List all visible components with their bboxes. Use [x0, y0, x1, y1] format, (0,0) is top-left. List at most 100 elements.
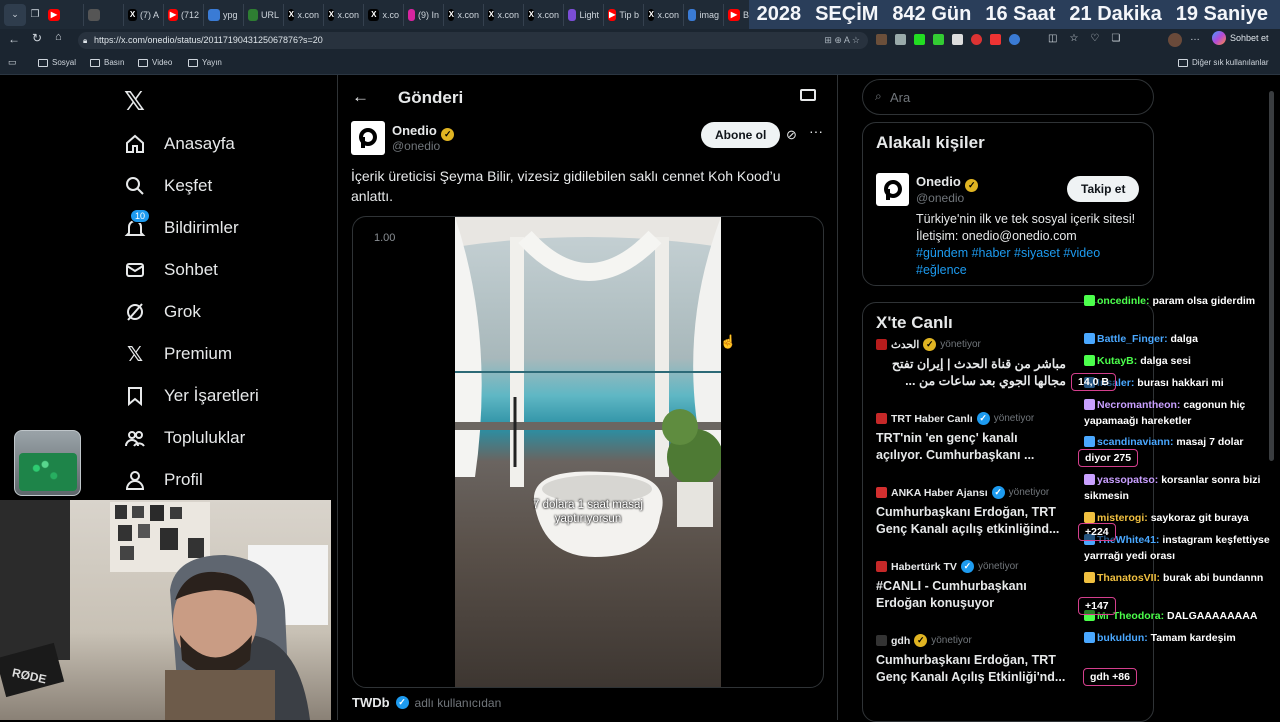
video-player[interactable]: 1.00 7 dolara 1 saat masaj yaptırıyorsun… — [352, 216, 824, 688]
nav-item-premium[interactable]: 𝕏 Premium — [124, 342, 232, 366]
nav-item-profile[interactable]: Profil — [124, 469, 203, 491]
live-item[interactable]: gdh ✓ yönetiyor Cumhurbaşkanı Erdoğan, TRT … — [876, 634, 1066, 686]
nav-item-chat[interactable]: Sohbet — [124, 259, 218, 281]
tab-actions-icon[interactable]: ⌄ — [4, 3, 26, 26]
browser-tab[interactable]: ▶ Tip b — [604, 3, 644, 26]
extension-icon[interactable] — [933, 34, 944, 45]
chat-message: yassopatso: korsanlar sonra bizi sikmesi… — [1084, 472, 1279, 504]
home-icon[interactable]: ⌂ — [55, 31, 62, 43]
subscribe-button[interactable]: Abone ol — [701, 122, 781, 148]
live-item[interactable]: ANKA Haber Ajansı ✓ yönetiyor Cumhurbaşkanı… — [876, 486, 1066, 538]
back-arrow-icon[interactable]: ← — [352, 87, 369, 107]
author-name[interactable]: Onedio — [392, 123, 437, 138]
browser-tab[interactable]: Xx.con — [444, 3, 484, 26]
back-icon[interactable]: ← — [8, 32, 20, 46]
extension-icon[interactable] — [990, 34, 1001, 45]
chat-text: dalga — [1170, 333, 1198, 345]
subscribe-label: Abone ol — [715, 128, 767, 142]
extension-icon[interactable] — [971, 34, 982, 45]
nav-item-home[interactable]: Anasayfa — [124, 133, 235, 155]
extension-icon[interactable] — [895, 34, 906, 45]
x-logo-icon[interactable]: 𝕏 — [124, 87, 145, 117]
bookmark-folder[interactable]: Sosyal — [38, 58, 76, 67]
related-name[interactable]: Onedio — [916, 174, 961, 189]
heart-icon[interactable]: ♡ — [1090, 33, 1099, 44]
chat-text: saykoraz git buraya — [1150, 512, 1249, 524]
live-item[interactable]: TRT Haber Canlı ✓ yönetiyor TRT'nin 'en gen… — [876, 412, 1066, 464]
video-speed[interactable]: 1.00 — [374, 232, 395, 244]
instagram-icon — [408, 8, 415, 21]
other-bookmarks[interactable]: Diğer sık kullanılanlar — [1178, 58, 1268, 67]
extension-icon[interactable] — [914, 34, 925, 45]
channel-logo-icon — [876, 635, 887, 646]
reply-author-name[interactable]: TWDb — [352, 695, 390, 710]
bookmark-folder[interactable]: Video — [138, 58, 172, 67]
more-options-icon[interactable]: ··· — [809, 123, 823, 139]
bookmark-folder[interactable]: Yayın — [188, 58, 222, 67]
browser-tab[interactable]: Xx.co — [364, 3, 404, 26]
countdown-seconds: 19 Saniye — [1175, 3, 1268, 25]
extension-icon[interactable] — [952, 34, 963, 45]
more-icon[interactable]: … — [1190, 32, 1200, 43]
chat-text: dalga sesi — [1140, 355, 1191, 367]
browser-tab[interactable]: Xx.con — [324, 3, 364, 26]
profile-avatar[interactable] — [1168, 33, 1182, 47]
extension-icon[interactable] — [876, 34, 887, 45]
browser-tab[interactable] — [84, 3, 124, 26]
browser-tab[interactable]: Light — [564, 3, 604, 26]
mouse-cursor-icon: ☝ — [720, 334, 737, 349]
grok-icon[interactable]: ⊘ — [786, 127, 797, 143]
author-handle[interactable]: @onedio — [392, 139, 440, 153]
nav-item-notifications[interactable]: 10 Bildirimler — [124, 209, 239, 239]
search-box[interactable]: ⌕ Ara — [862, 79, 1154, 115]
related-tags[interactable]: #gündem #haber #siyaset #video #eğlence — [916, 245, 1146, 279]
browser-tab[interactable]: Xx.con — [644, 3, 684, 26]
browser-tab[interactable]: URL — [244, 3, 284, 26]
x-icon: X — [328, 8, 335, 21]
live-title: مباشر من قناة الحدث | إيران تفتح مجالها … — [891, 357, 1066, 388]
bookmark-folder[interactable]: Basın — [90, 58, 124, 67]
favorites-icon[interactable]: ☆ — [1069, 33, 1078, 44]
follow-button[interactable]: Takip et — [1067, 176, 1140, 202]
browser-tab[interactable]: ▶ (712 — [164, 3, 204, 26]
related-avatar[interactable] — [876, 173, 909, 206]
chat-badge-icon — [1084, 632, 1095, 643]
verified-icon: ✓ — [960, 560, 974, 573]
search-icon — [124, 175, 146, 197]
nav-label: Topluluklar — [164, 428, 246, 447]
workspaces-icon[interactable]: ❐ — [26, 4, 44, 26]
nav-item-communities[interactable]: Topluluklar — [124, 427, 245, 449]
browser-tab[interactable]: Xx.con — [284, 3, 324, 26]
browser-tab[interactable]: X (7) A — [124, 3, 164, 26]
author-avatar[interactable] — [351, 121, 385, 155]
countdown-year: 2028 — [756, 3, 802, 25]
browser-tab[interactable]: ypg — [204, 3, 244, 26]
url-field[interactable]: 🔒︎ https://x.com/onedio/status/201171904… — [78, 32, 868, 49]
chat-text: burak abi bundannn — [1162, 572, 1264, 584]
x-icon: X — [368, 8, 380, 21]
reading-list-icon[interactable]: ▭ — [8, 57, 17, 68]
nav-item-explore[interactable]: Keşfet — [124, 175, 212, 197]
folder-icon — [1178, 58, 1188, 67]
bookmark-label: Sosyal — [52, 58, 77, 67]
split-screen-icon[interactable]: ◫ — [1048, 33, 1057, 44]
browser-tab[interactable]: Xx.con — [484, 3, 524, 26]
extension-icon[interactable] — [1009, 34, 1020, 45]
reader-icon[interactable] — [800, 89, 816, 101]
browser-tab[interactable]: (9) In — [404, 3, 444, 26]
chat-username: Necromantheon: — [1097, 399, 1181, 411]
grok-icon — [124, 301, 146, 323]
live-item[interactable]: الحدث ✓ yönetiyor مباشر من قناة الحدث | إير… — [876, 338, 1066, 390]
channel-logo-icon — [876, 339, 887, 350]
browser-tab[interactable]: Xx.con — [524, 3, 564, 26]
nav-item-grok[interactable]: Grok — [124, 301, 201, 323]
browser-tab[interactable]: ▶ — [44, 3, 84, 26]
live-item[interactable]: Habertürk TV ✓ yönetiyor #CANLI - Cumhurbaş… — [876, 560, 1066, 612]
mute-icon — [88, 8, 100, 21]
nav-item-bookmarks[interactable]: Yer İşaretleri — [124, 385, 259, 407]
address-tools-icon[interactable]: ⊞ ⊕ A ☆ — [824, 32, 860, 49]
browser-tab[interactable]: imag — [684, 3, 724, 26]
collections-icon[interactable]: ❏ — [1111, 33, 1120, 44]
copilot-button[interactable]: Sohbet et — [1212, 31, 1269, 45]
refresh-icon[interactable]: ↻ — [32, 31, 42, 45]
